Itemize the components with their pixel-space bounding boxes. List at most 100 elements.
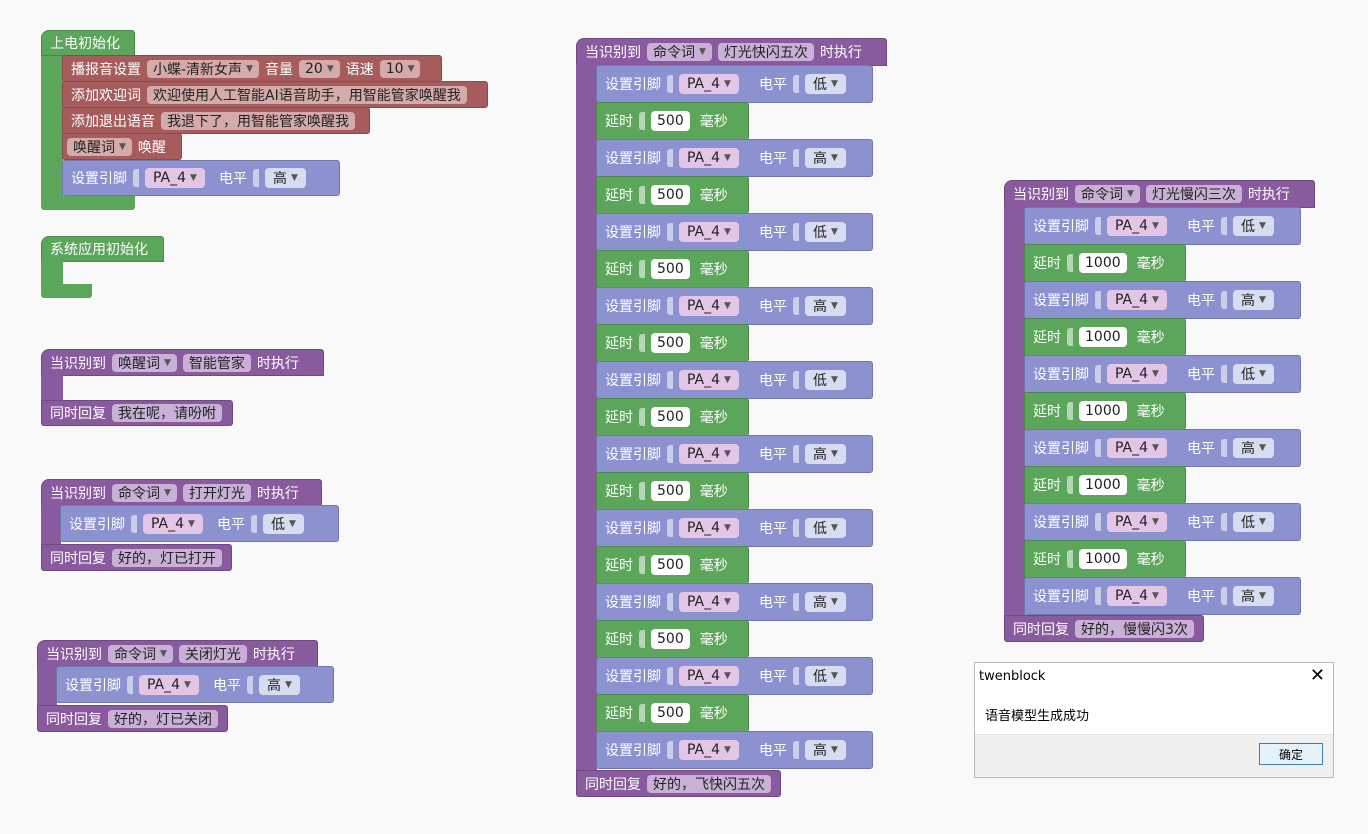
pin-dropdown[interactable]: PA_4 ▼	[679, 518, 739, 538]
delay-value-field[interactable]: 500	[651, 333, 690, 353]
set-pin-block[interactable]: 设置引脚 PA_4 ▼ 电平高 ▼	[1024, 577, 1301, 615]
on-fast-reply-block[interactable]: 同时回复 好的，飞快闪五次	[576, 770, 781, 797]
on-open-hat-block[interactable]: 当识别到 命令词 ▼ 打开灯光 时执行	[41, 479, 322, 506]
on-slow-reply-field[interactable]: 好的，慢慢闪3次	[1075, 619, 1194, 638]
init-set-pin-block[interactable]: 设置引脚 PA_4 ▼ 电平 高 ▼	[62, 160, 340, 196]
on-close-set-pin-block[interactable]: 设置引脚 PA_4 ▼ 电平 高 ▼	[56, 666, 334, 703]
on-slow-word-field[interactable]: 灯光慢闪三次	[1145, 185, 1242, 203]
ok-button[interactable]: 确定	[1259, 743, 1323, 765]
set-pin-block[interactable]: 设置引脚 PA_4 ▼ 电平低 ▼	[596, 65, 873, 103]
voice-dropdown[interactable]: 小蝶-清新女声 ▼	[147, 59, 259, 78]
delay-value-field[interactable]: 1000	[1079, 401, 1127, 421]
on-open-reply-block[interactable]: 同时回复 好的，灯已打开	[41, 544, 232, 571]
level-dropdown[interactable]: 低 ▼	[1232, 512, 1274, 532]
delay-value-field[interactable]: 1000	[1079, 475, 1127, 495]
speed-dropdown[interactable]: 10 ▼	[379, 59, 421, 78]
delay-block[interactable]: 延时 500 毫秒	[596, 102, 749, 140]
delay-value-field[interactable]: 500	[651, 555, 690, 575]
set-pin-block[interactable]: 设置引脚 PA_4 ▼ 电平低 ▼	[596, 657, 873, 695]
delay-block[interactable]: 延时 500 毫秒	[596, 250, 749, 288]
level-dropdown[interactable]: 低 ▼	[262, 513, 304, 534]
pin-dropdown[interactable]: PA_4 ▼	[1107, 438, 1167, 458]
delay-block[interactable]: 延时 500 毫秒	[596, 694, 749, 732]
level-dropdown[interactable]: 高 ▼	[804, 740, 846, 760]
on-wake-word-field[interactable]: 智能管家	[182, 353, 251, 372]
set-pin-block[interactable]: 设置引脚 PA_4 ▼ 电平高 ▼	[1024, 429, 1301, 467]
delay-value-field[interactable]: 500	[651, 629, 690, 649]
delay-block[interactable]: 延时 1000 毫秒	[1024, 466, 1186, 504]
level-dropdown[interactable]: 高 ▼	[1232, 290, 1274, 310]
set-pin-block[interactable]: 设置引脚 PA_4 ▼ 电平高 ▼	[1024, 281, 1301, 319]
delay-value-field[interactable]: 1000	[1079, 327, 1127, 347]
set-pin-block[interactable]: 设置引脚 PA_4 ▼ 电平低 ▼	[596, 509, 873, 547]
level-dropdown[interactable]: 低 ▼	[804, 518, 846, 538]
pin-dropdown[interactable]: PA_4 ▼	[1107, 364, 1167, 384]
sys-init-hat-block[interactable]: 系统应用初始化	[41, 236, 164, 262]
level-dropdown[interactable]: 高 ▼	[804, 592, 846, 612]
pin-dropdown[interactable]: PA_4 ▼	[1107, 216, 1167, 236]
on-slow-type-dropdown[interactable]: 命令词 ▼	[1075, 185, 1140, 203]
set-pin-block[interactable]: 设置引脚 PA_4 ▼ 电平低 ▼	[1024, 207, 1301, 245]
delay-value-field[interactable]: 500	[651, 703, 690, 723]
welcome-text-field[interactable]: 欢迎使用人工智能AI语音助手，用智能管家唤醒我	[147, 85, 467, 104]
level-dropdown[interactable]: 低 ▼	[804, 222, 846, 242]
level-dropdown[interactable]: 高 ▼	[258, 674, 300, 695]
exit-voice-block[interactable]: 添加退出语音 我退下了，用智能管家唤醒我	[62, 107, 370, 134]
set-pin-block[interactable]: 设置引脚 PA_4 ▼ 电平高 ▼	[596, 435, 873, 473]
pin-dropdown[interactable]: PA_4 ▼	[679, 222, 739, 242]
level-dropdown[interactable]: 低 ▼	[1232, 364, 1274, 384]
on-close-reply-block[interactable]: 同时回复 好的，灯已关闭	[37, 705, 228, 732]
delay-value-field[interactable]: 500	[651, 259, 690, 279]
delay-block[interactable]: 延时 500 毫秒	[596, 398, 749, 436]
level-dropdown[interactable]: 高 ▼	[1232, 586, 1274, 606]
on-open-set-pin-block[interactable]: 设置引脚 PA_4 ▼ 电平 低 ▼	[60, 505, 339, 542]
pin-dropdown[interactable]: PA_4 ▼	[679, 148, 739, 168]
delay-block[interactable]: 延时 500 毫秒	[596, 620, 749, 658]
delay-value-field[interactable]: 500	[651, 481, 690, 501]
delay-block[interactable]: 延时 500 毫秒	[596, 324, 749, 362]
delay-block[interactable]: 延时 500 毫秒	[596, 472, 749, 510]
delay-block[interactable]: 延时 1000 毫秒	[1024, 540, 1186, 578]
delay-block[interactable]: 延时 1000 毫秒	[1024, 244, 1186, 282]
delay-value-field[interactable]: 500	[651, 407, 690, 427]
pin-dropdown[interactable]: PA_4 ▼	[679, 666, 739, 686]
set-pin-block[interactable]: 设置引脚 PA_4 ▼ 电平低 ▼	[596, 361, 873, 399]
pin-dropdown[interactable]: PA_4 ▼	[145, 168, 205, 188]
level-dropdown[interactable]: 高 ▼	[264, 168, 306, 188]
level-dropdown[interactable]: 低 ▼	[1232, 216, 1274, 236]
on-open-reply-field[interactable]: 好的，灯已打开	[112, 548, 222, 567]
delay-block[interactable]: 延时 500 毫秒	[596, 176, 749, 214]
pin-dropdown[interactable]: PA_4 ▼	[679, 592, 739, 612]
set-pin-block[interactable]: 设置引脚 PA_4 ▼ 电平高 ▼	[596, 287, 873, 325]
on-slow-hat-block[interactable]: 当识别到 命令词 ▼ 灯光慢闪三次 时执行	[1004, 180, 1315, 208]
wake-block[interactable]: 唤醒词 ▼ 唤醒	[62, 133, 182, 160]
set-pin-block[interactable]: 设置引脚 PA_4 ▼ 电平高 ▼	[596, 731, 873, 769]
delay-value-field[interactable]: 500	[651, 111, 690, 131]
on-wake-reply-block[interactable]: 同时回复 我在呢，请吩咐	[41, 400, 233, 426]
pin-dropdown[interactable]: PA_4 ▼	[679, 74, 739, 94]
level-dropdown[interactable]: 低 ▼	[804, 666, 846, 686]
set-pin-block[interactable]: 设置引脚 PA_4 ▼ 电平高 ▼	[596, 583, 873, 621]
pin-dropdown[interactable]: PA_4 ▼	[139, 674, 199, 695]
pin-dropdown[interactable]: PA_4 ▼	[1107, 586, 1167, 606]
delay-block[interactable]: 延时 1000 毫秒	[1024, 318, 1186, 356]
play-setting-block[interactable]: 播报音设置 小蝶-清新女声 ▼ 音量 20 ▼ 语速 10 ▼	[62, 55, 442, 82]
on-slow-reply-block[interactable]: 同时回复 好的，慢慢闪3次	[1004, 615, 1204, 642]
pin-dropdown[interactable]: PA_4 ▼	[679, 370, 739, 390]
set-pin-block[interactable]: 设置引脚 PA_4 ▼ 电平低 ▼	[596, 213, 873, 251]
on-open-word-field[interactable]: 打开灯光	[182, 483, 251, 502]
init-hat-block[interactable]: 上电初始化	[41, 30, 135, 56]
volume-dropdown[interactable]: 20 ▼	[298, 59, 340, 78]
close-icon[interactable]: ✕	[1310, 665, 1325, 686]
pin-dropdown[interactable]: PA_4 ▼	[1107, 290, 1167, 310]
welcome-block[interactable]: 添加欢迎词 欢迎使用人工智能AI语音助手，用智能管家唤醒我	[62, 81, 488, 108]
level-dropdown[interactable]: 高 ▼	[804, 296, 846, 316]
on-fast-word-field[interactable]: 灯光快闪五次	[717, 43, 814, 61]
set-pin-block[interactable]: 设置引脚 PA_4 ▼ 电平低 ▼	[1024, 503, 1301, 541]
wake-type-dropdown[interactable]: 唤醒词 ▼	[67, 137, 132, 156]
on-fast-reply-field[interactable]: 好的，飞快闪五次	[647, 774, 771, 793]
delay-block[interactable]: 延时 1000 毫秒	[1024, 392, 1186, 430]
pin-dropdown[interactable]: PA_4 ▼	[679, 444, 739, 464]
delay-block[interactable]: 延时 500 毫秒	[596, 546, 749, 584]
on-close-word-field[interactable]: 关闭灯光	[178, 644, 247, 663]
